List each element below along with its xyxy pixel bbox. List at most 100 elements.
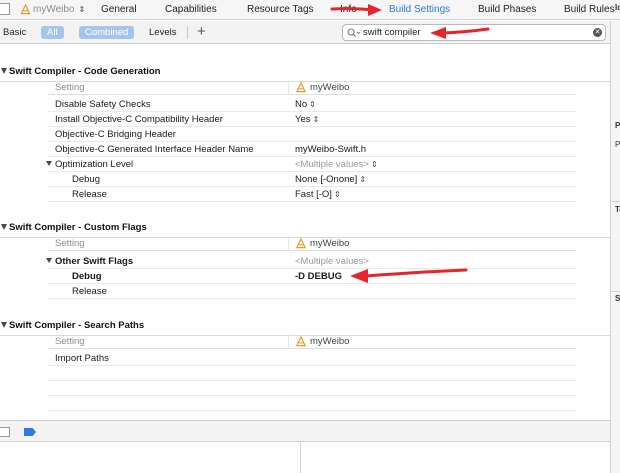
- annotation-arrow-search: [430, 27, 490, 39]
- inspector-panel: Id P P Te So: [610, 3, 620, 473]
- empty-row: [48, 396, 576, 411]
- add-setting-button[interactable]: +: [197, 23, 206, 41]
- setting-row-disable-safety-checks[interactable]: Disable Safety Checks No ⇕: [48, 97, 576, 112]
- editor-tab-bar: myWeibo ⇕ General Capabilities Resource …: [0, 0, 620, 20]
- setting-row-objc-interface-header[interactable]: Objective-C Generated Interface Header N…: [48, 142, 576, 157]
- filter-basic[interactable]: Basic: [3, 26, 26, 39]
- setting-value[interactable]: Yes ⇕: [295, 114, 319, 125]
- setting-name: Optimization Level: [55, 159, 134, 170]
- column-header-target: myWeibo: [295, 336, 349, 347]
- column-divider: [288, 334, 289, 349]
- setting-row-import-paths[interactable]: Import Paths: [48, 351, 576, 366]
- disclosure-triangle-icon[interactable]: [1, 68, 7, 74]
- column-header-setting: Setting: [55, 336, 85, 347]
- sidebar-toggle[interactable]: [0, 3, 10, 15]
- setting-value-text: Fast [-O]: [295, 189, 332, 200]
- disclosure-triangle-icon[interactable]: [1, 322, 7, 328]
- setting-name: Disable Safety Checks: [55, 99, 151, 110]
- setting-name: Import Paths: [55, 353, 109, 364]
- setting-row-objc-bridging-header[interactable]: Objective-C Bridging Header: [48, 127, 576, 142]
- debug-area-toggle[interactable]: [0, 427, 10, 437]
- tab-general[interactable]: General: [101, 4, 137, 15]
- setting-row-other-swift-flags[interactable]: Other Swift Flags <Multiple values>: [46, 254, 576, 269]
- filter-levels[interactable]: Levels: [149, 26, 176, 39]
- section-title: Swift Compiler - Code Generation: [9, 66, 161, 77]
- build-settings-list: Swift Compiler - Code Generation Setting…: [0, 45, 610, 420]
- column-header-target: myWeibo: [295, 82, 349, 93]
- setting-value[interactable]: None [-Onone] ⇕: [295, 174, 366, 185]
- annotation-arrow-debug-flag: [350, 268, 468, 283]
- setting-name: Objective-C Bridging Header: [55, 129, 176, 140]
- inspector-divider: [611, 201, 620, 202]
- disclosure-triangle-icon[interactable]: [1, 224, 7, 230]
- column-header-setting: Setting: [55, 238, 85, 249]
- disclosure-triangle-icon[interactable]: [46, 258, 52, 263]
- debug-console-area: [0, 442, 610, 473]
- target-stepper-icon: ⇕: [78, 5, 86, 14]
- console-divider[interactable]: [300, 442, 301, 473]
- setting-name: Objective-C Generated Interface Header N…: [55, 144, 254, 155]
- column-header-target-name: myWeibo: [310, 238, 350, 249]
- inspector-label-p1: P: [615, 121, 620, 130]
- tab-capabilities[interactable]: Capabilities: [165, 4, 217, 15]
- setting-row-swift-flags-debug[interactable]: Debug -D DEBUG: [48, 269, 576, 284]
- annotation-arrow-build-settings: [330, 4, 382, 16]
- setting-value-text: <Multiple values>: [295, 159, 369, 170]
- breakpoint-icon[interactable]: [24, 428, 36, 436]
- setting-row-swift-flags-release[interactable]: Release: [48, 284, 576, 299]
- setting-row-optimization-level[interactable]: Optimization Level <Multiple values> ⇕: [46, 157, 576, 172]
- tab-build-rules[interactable]: Build Rules: [564, 4, 615, 15]
- setting-value[interactable]: <Multiple values> ⇕: [295, 159, 378, 170]
- app-target-icon: [295, 82, 307, 93]
- clear-search-icon[interactable]: ✕: [593, 28, 602, 37]
- column-header-target-name: myWeibo: [310, 336, 350, 347]
- filter-divider: [187, 26, 188, 39]
- setting-name: Release: [72, 189, 107, 200]
- setting-name: Debug: [72, 174, 100, 185]
- value-stepper-icon: ⇕: [333, 190, 341, 199]
- column-divider: [288, 80, 289, 95]
- setting-row-optimization-debug[interactable]: Debug None [-Onone] ⇕: [48, 172, 576, 187]
- column-header-row: Setting myWeibo: [48, 80, 576, 95]
- column-header-row: Setting myWeibo: [48, 334, 576, 349]
- bottom-toolbar: [0, 420, 610, 442]
- setting-value[interactable]: No ⇕: [295, 99, 316, 110]
- empty-row: [48, 381, 576, 396]
- setting-name: Debug: [72, 271, 102, 282]
- setting-name: Release: [72, 286, 107, 297]
- app-target-icon: [20, 4, 31, 15]
- inspector-label-source: So: [615, 294, 620, 303]
- column-header-target-name: myWeibo: [310, 82, 350, 93]
- setting-name: Other Swift Flags: [55, 256, 134, 267]
- filter-combined[interactable]: Combined: [79, 26, 135, 39]
- section-header-custom-flags[interactable]: Swift Compiler - Custom Flags: [0, 221, 610, 235]
- column-header-row: Setting myWeibo: [48, 236, 576, 251]
- inspector-label-p2: P: [615, 140, 620, 149]
- build-settings-filter-bar: Basic All Combined Levels + ✕: [0, 21, 610, 44]
- section-title: Swift Compiler - Custom Flags: [9, 222, 147, 233]
- value-stepper-icon: ⇕: [370, 160, 378, 169]
- target-selector[interactable]: myWeibo ⇕: [20, 4, 85, 15]
- search-icon: [347, 28, 360, 38]
- setting-name: Install Objective-C Compatibility Header: [55, 114, 223, 125]
- inspector-label-identity: Id: [615, 3, 620, 12]
- setting-value[interactable]: -D DEBUG: [295, 271, 342, 282]
- tab-resource-tags[interactable]: Resource Tags: [247, 4, 314, 15]
- setting-row-optimization-release[interactable]: Release Fast [-O] ⇕: [48, 187, 576, 202]
- setting-value-text: None [-Onone]: [295, 174, 358, 185]
- app-target-icon: [295, 238, 307, 249]
- filter-all[interactable]: All: [41, 26, 64, 39]
- tab-build-settings[interactable]: Build Settings: [389, 4, 450, 15]
- column-header-target: myWeibo: [295, 238, 349, 249]
- setting-value-text: Yes: [295, 114, 311, 125]
- value-stepper-icon: ⇕: [359, 175, 367, 184]
- section-header-code-generation[interactable]: Swift Compiler - Code Generation: [0, 65, 610, 79]
- app-target-icon: [295, 336, 307, 347]
- tab-build-phases[interactable]: Build Phases: [478, 4, 536, 15]
- disclosure-triangle-icon[interactable]: [46, 161, 52, 166]
- setting-value[interactable]: myWeibo-Swift.h: [295, 144, 366, 155]
- section-header-search-paths[interactable]: Swift Compiler - Search Paths: [0, 319, 610, 333]
- inspector-divider: [611, 291, 620, 292]
- setting-row-install-objc-header[interactable]: Install Objective-C Compatibility Header…: [48, 112, 576, 127]
- setting-value[interactable]: Fast [-O] ⇕: [295, 189, 341, 200]
